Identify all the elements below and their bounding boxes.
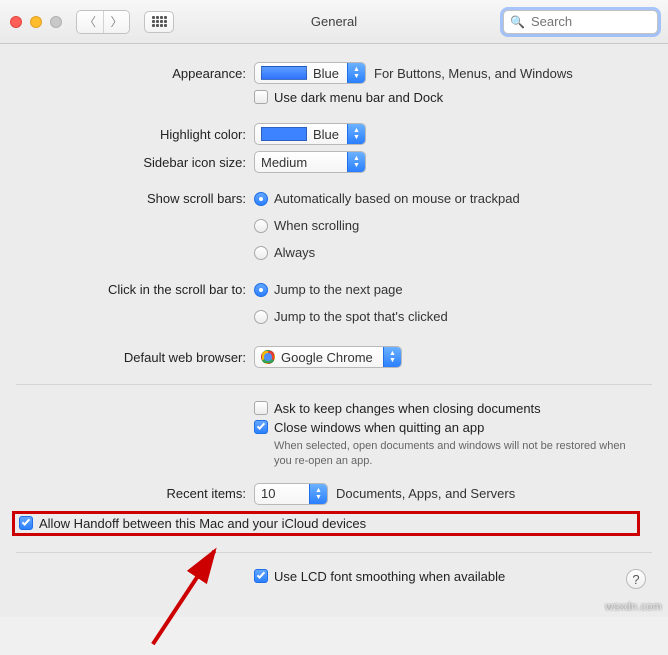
scroll-show-label: Show scroll bars: [16, 191, 254, 206]
window-controls [10, 16, 62, 28]
lcd-smoothing-checkbox[interactable] [254, 569, 268, 583]
appearance-value: Blue [313, 66, 339, 81]
close-window-button[interactable] [10, 16, 22, 28]
ask-changes-label: Ask to keep changes when closing documen… [274, 401, 541, 416]
scroll-next-label: Jump to the next page [274, 282, 403, 297]
stepper-arrows-icon: ▲▼ [309, 484, 327, 504]
browser-value: Google Chrome [281, 350, 373, 365]
show-all-prefs-button[interactable] [144, 11, 174, 33]
chrome-icon [261, 350, 275, 364]
divider [16, 552, 652, 553]
close-windows-hint: When selected, open documents and window… [274, 439, 644, 469]
sidebar-value: Medium [261, 155, 307, 170]
grid-icon [152, 16, 167, 27]
scroll-click-label: Click in the scroll bar to: [16, 282, 254, 297]
zoom-window-button[interactable] [50, 16, 62, 28]
stepper-arrows-icon: ▲▼ [347, 152, 365, 172]
handoff-checkbox[interactable] [19, 516, 33, 530]
scroll-when-label: When scrolling [274, 218, 359, 233]
highlight-value: Blue [313, 127, 339, 142]
recent-label: Recent items: [16, 486, 254, 501]
prefs-content: Appearance: Blue ▲▼ For Buttons, Menus, … [0, 44, 668, 617]
dark-menu-label: Use dark menu bar and Dock [274, 90, 443, 105]
recent-row: Recent items: 10 ▲▼ Documents, Apps, and… [16, 483, 652, 505]
scroll-auto-radio[interactable] [254, 192, 268, 206]
handoff-label: Allow Handoff between this Mac and your … [39, 516, 366, 531]
stepper-arrows-icon: ▲▼ [347, 63, 365, 83]
chevron-right-icon: 〉 [110, 13, 122, 30]
close-windows-checkbox[interactable] [254, 420, 268, 434]
chevron-left-icon: 〈 [84, 13, 96, 30]
scroll-when-radio[interactable] [254, 219, 268, 233]
dark-menu-checkbox[interactable] [254, 90, 268, 104]
lcd-smoothing-label: Use LCD font smoothing when available [274, 569, 505, 584]
scroll-click-group: Click in the scroll bar to: Jump to the … [16, 282, 652, 328]
browser-select[interactable]: Google Chrome ▲▼ [254, 346, 402, 368]
divider [16, 384, 652, 385]
swatch-highlight-blue-icon [261, 127, 307, 141]
browser-row: Default web browser: Google Chrome ▲▼ [16, 346, 652, 368]
annotation-arrow-icon [119, 535, 258, 655]
recent-suffix: Documents, Apps, and Servers [336, 486, 515, 501]
scroll-show-group: Show scroll bars: Automatically based on… [16, 191, 652, 264]
scroll-next-radio[interactable] [254, 283, 268, 297]
ask-changes-checkbox[interactable] [254, 401, 268, 415]
recent-value: 10 [261, 486, 275, 501]
minimize-window-button[interactable] [30, 16, 42, 28]
search-input[interactable] [529, 13, 651, 30]
highlight-row: Highlight color: Blue ▲▼ [16, 123, 652, 145]
help-button[interactable]: ? [626, 569, 646, 589]
sidebar-label: Sidebar icon size: [16, 155, 254, 170]
search-field-wrap[interactable]: 🔍 [503, 10, 658, 34]
question-icon: ? [632, 572, 639, 587]
browser-label: Default web browser: [16, 350, 254, 365]
close-windows-label: Close windows when quitting an app [274, 420, 484, 435]
search-icon: 🔍 [510, 15, 525, 29]
swatch-blue-icon [261, 66, 307, 80]
appearance-select[interactable]: Blue ▲▼ [254, 62, 366, 84]
general-prefs-window: 〈 〉 General 🔍 Appearance: [0, 0, 668, 617]
scroll-always-label: Always [274, 245, 315, 260]
sidebar-size-select[interactable]: Medium ▲▼ [254, 151, 366, 173]
appearance-group: Appearance: Blue ▲▼ For Buttons, Menus, … [16, 62, 652, 105]
appearance-hint: For Buttons, Menus, and Windows [374, 66, 573, 81]
handoff-row-highlighted: Allow Handoff between this Mac and your … [12, 511, 640, 536]
appearance-label: Appearance: [16, 66, 254, 81]
nav-back-button[interactable]: 〈 [77, 11, 103, 33]
recent-select[interactable]: 10 ▲▼ [254, 483, 328, 505]
watermark: wsxdn.com [605, 601, 662, 613]
highlight-label: Highlight color: [16, 127, 254, 142]
highlight-select[interactable]: Blue ▲▼ [254, 123, 366, 145]
titlebar: 〈 〉 General 🔍 [0, 0, 668, 44]
stepper-arrows-icon: ▲▼ [347, 124, 365, 144]
sidebar-row: Sidebar icon size: Medium ▲▼ [16, 151, 652, 173]
nav-forward-button[interactable]: 〉 [103, 11, 129, 33]
stepper-arrows-icon: ▲▼ [383, 347, 401, 367]
scroll-spot-radio[interactable] [254, 310, 268, 324]
scroll-auto-label: Automatically based on mouse or trackpad [274, 191, 520, 206]
scroll-spot-label: Jump to the spot that's clicked [274, 309, 448, 324]
scroll-always-radio[interactable] [254, 246, 268, 260]
nav-back-forward: 〈 〉 [76, 10, 130, 34]
